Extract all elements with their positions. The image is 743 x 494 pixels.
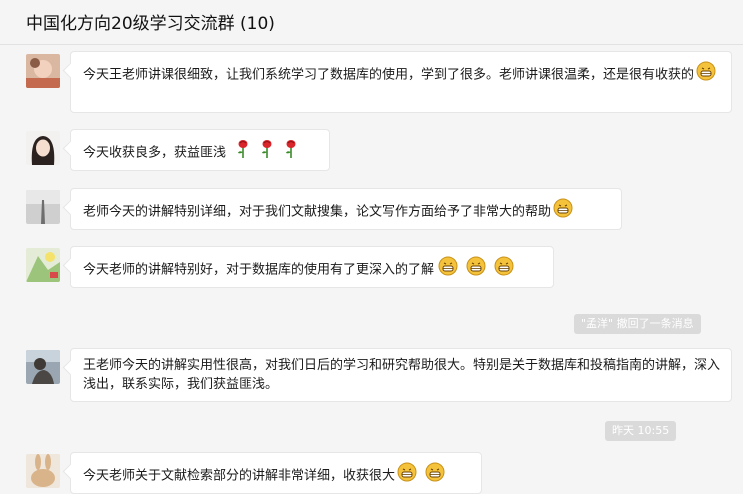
message-text: 老师今天的讲解特别详细，对于我们文献搜集，论文写作方面给予了非常大的帮助	[83, 204, 552, 220]
chat-title: 中国化方向20级学习交流群 (10)	[26, 14, 275, 34]
timestamp: 昨天 10:55	[605, 421, 677, 441]
message-text: 今天王老师讲课很细致，让我们系统学习了数据库的使用，学到了很多。老师讲课很温柔，…	[83, 67, 695, 83]
grin-emoji-icon	[397, 462, 417, 490]
grin-emoji-icon	[466, 256, 486, 284]
avatar[interactable]	[26, 454, 60, 488]
grin-emoji-icon	[696, 61, 716, 89]
rose-emoji-icon	[284, 139, 298, 167]
recall-notice: "孟洋" 撤回了一条消息	[574, 314, 701, 334]
message-bubble[interactable]: 今天老师的讲解特别好，对于数据库的使用有了更深入的了解	[70, 246, 554, 288]
message-text: 今天老师关于文献检索部分的讲解非常详细，收获很大	[83, 468, 396, 484]
message-text: 今天老师的讲解特别好，对于数据库的使用有了更深入的了解	[83, 262, 435, 278]
grin-emoji-icon	[494, 256, 514, 284]
message-bubble[interactable]: 今天老师关于文献检索部分的讲解非常详细，收获很大	[70, 452, 482, 494]
grin-emoji-icon	[438, 256, 458, 284]
message-bubble[interactable]: 王老师今天的讲解实用性很高，对我们日后的学习和研究帮助很大。特别是关于数据库和投…	[70, 348, 732, 402]
message-bubble[interactable]: 老师今天的讲解特别详细，对于我们文献搜集，论文写作方面给予了非常大的帮助	[70, 188, 622, 230]
message-text: 今天收获良多，获益匪浅	[83, 145, 227, 161]
avatar[interactable]	[26, 190, 60, 224]
chat-header: 中国化方向20级学习交流群 (10)	[0, 0, 743, 45]
rose-emoji-icon	[260, 139, 274, 167]
avatar[interactable]	[26, 350, 60, 384]
grin-emoji-icon	[425, 462, 445, 490]
message-bubble[interactable]: 今天王老师讲课很细致，让我们系统学习了数据库的使用，学到了很多。老师讲课很温柔，…	[70, 51, 732, 113]
avatar[interactable]	[26, 248, 60, 282]
message-text: 王老师今天的讲解实用性很高，对我们日后的学习和研究帮助很大。特别是关于数据库和投…	[83, 358, 721, 392]
rose-emoji-icon	[236, 139, 250, 167]
avatar[interactable]	[26, 131, 60, 165]
avatar[interactable]	[26, 54, 60, 88]
grin-emoji-icon	[553, 198, 573, 226]
message-bubble[interactable]: 今天收获良多，获益匪浅	[70, 129, 330, 171]
